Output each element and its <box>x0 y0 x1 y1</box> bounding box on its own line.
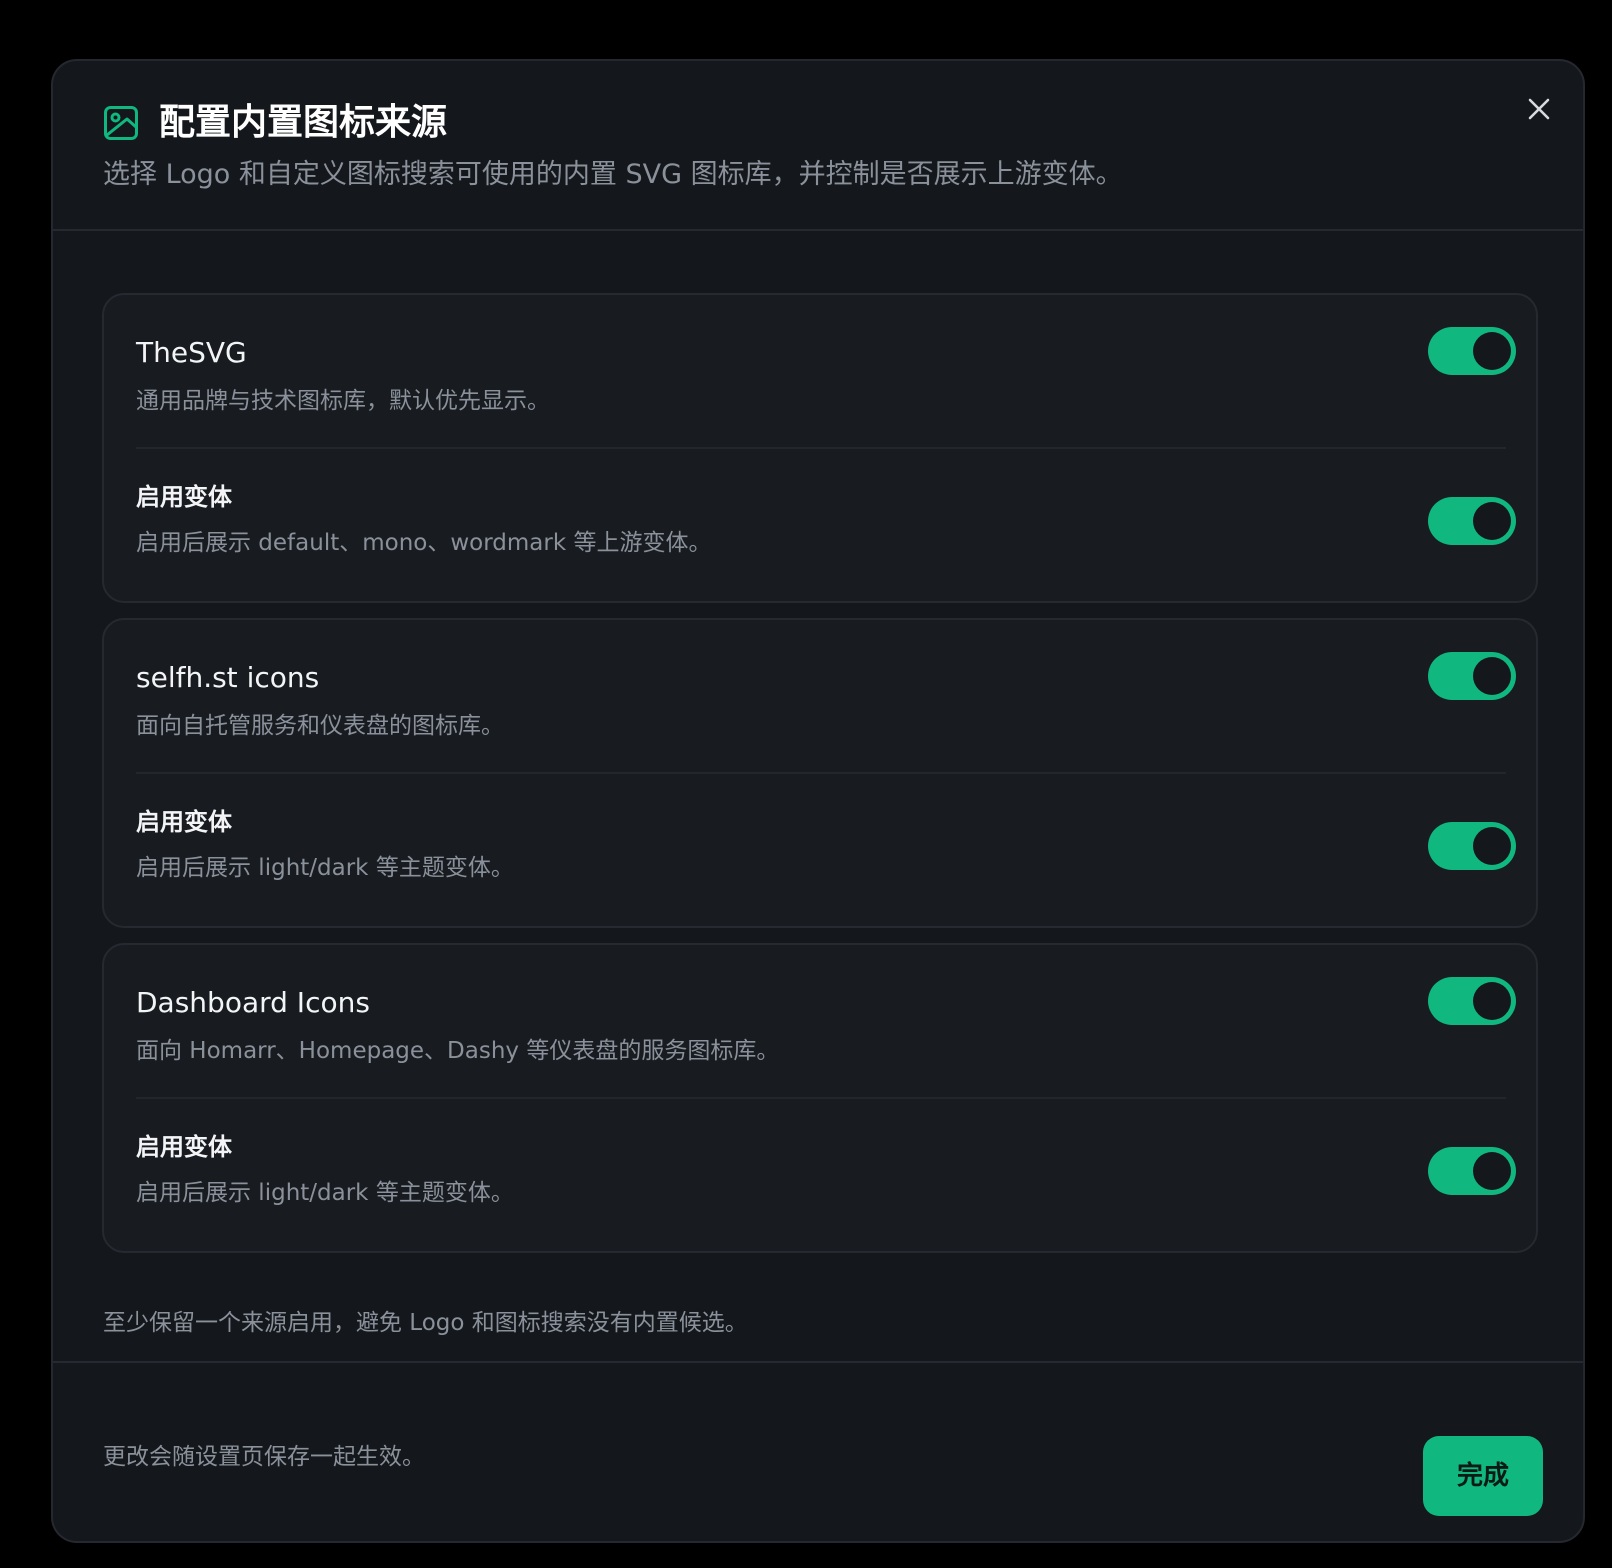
variant-description: 启用后展示 default、mono、wordmark 等上游变体。 <box>136 530 712 556</box>
icon-source-dialog: 配置内置图标来源 选择 Logo 和自定义图标搜索可使用的内置 SVG 图标库，… <box>51 59 1585 1543</box>
toggle-knob <box>1473 982 1511 1020</box>
variant-enable-toggle[interactable] <box>1428 822 1516 870</box>
variant-label: 启用变体 <box>136 1133 232 1161</box>
source-description: 面向 Homarr、Homepage、Dashy 等仪表盘的服务图标库。 <box>136 1038 780 1064</box>
source-description: 通用品牌与技术图标库，默认优先显示。 <box>136 388 550 414</box>
variant-label: 启用变体 <box>136 483 232 511</box>
toggle-knob <box>1473 332 1511 370</box>
card-divider <box>136 1097 1506 1099</box>
dialog-subtitle: 选择 Logo 和自定义图标搜索可使用的内置 SVG 图标库，并控制是否展示上游… <box>103 159 1123 190</box>
toggle-knob <box>1473 827 1511 865</box>
variant-label: 启用变体 <box>136 808 232 836</box>
header-divider <box>53 229 1583 231</box>
toggle-knob <box>1473 657 1511 695</box>
footer-note: 更改会随设置页保存一起生效。 <box>103 1444 425 1470</box>
toggle-knob <box>1473 502 1511 540</box>
source-enable-toggle[interactable] <box>1428 977 1516 1025</box>
source-name: Dashboard Icons <box>136 986 370 1019</box>
source-card-dashboard-icons: Dashboard Icons 面向 Homarr、Homepage、Dashy… <box>102 943 1538 1253</box>
hint-text: 至少保留一个来源启用，避免 Logo 和图标搜索没有内置候选。 <box>103 1310 748 1336</box>
variant-description: 启用后展示 light/dark 等主题变体。 <box>136 855 514 881</box>
source-card-selfhst: selfh.st icons 面向自托管服务和仪表盘的图标库。 启用变体 启用后… <box>102 618 1538 928</box>
image-icon <box>104 106 138 140</box>
card-divider <box>136 772 1506 774</box>
source-name: TheSVG <box>136 336 247 369</box>
variant-description: 启用后展示 light/dark 等主题变体。 <box>136 1180 514 1206</box>
source-description: 面向自托管服务和仪表盘的图标库。 <box>136 713 504 739</box>
toggle-knob <box>1473 1152 1511 1190</box>
footer-divider <box>53 1361 1583 1363</box>
source-card-thesvg: TheSVG 通用品牌与技术图标库，默认优先显示。 启用变体 启用后展示 def… <box>102 293 1538 603</box>
variant-enable-toggle[interactable] <box>1428 497 1516 545</box>
source-enable-toggle[interactable] <box>1428 327 1516 375</box>
variant-enable-toggle[interactable] <box>1428 1147 1516 1195</box>
close-icon[interactable] <box>1523 93 1555 125</box>
source-enable-toggle[interactable] <box>1428 652 1516 700</box>
source-name: selfh.st icons <box>136 661 320 694</box>
card-divider <box>136 447 1506 449</box>
done-button[interactable]: 完成 <box>1423 1436 1543 1516</box>
dialog-title: 配置内置图标来源 <box>159 102 448 143</box>
